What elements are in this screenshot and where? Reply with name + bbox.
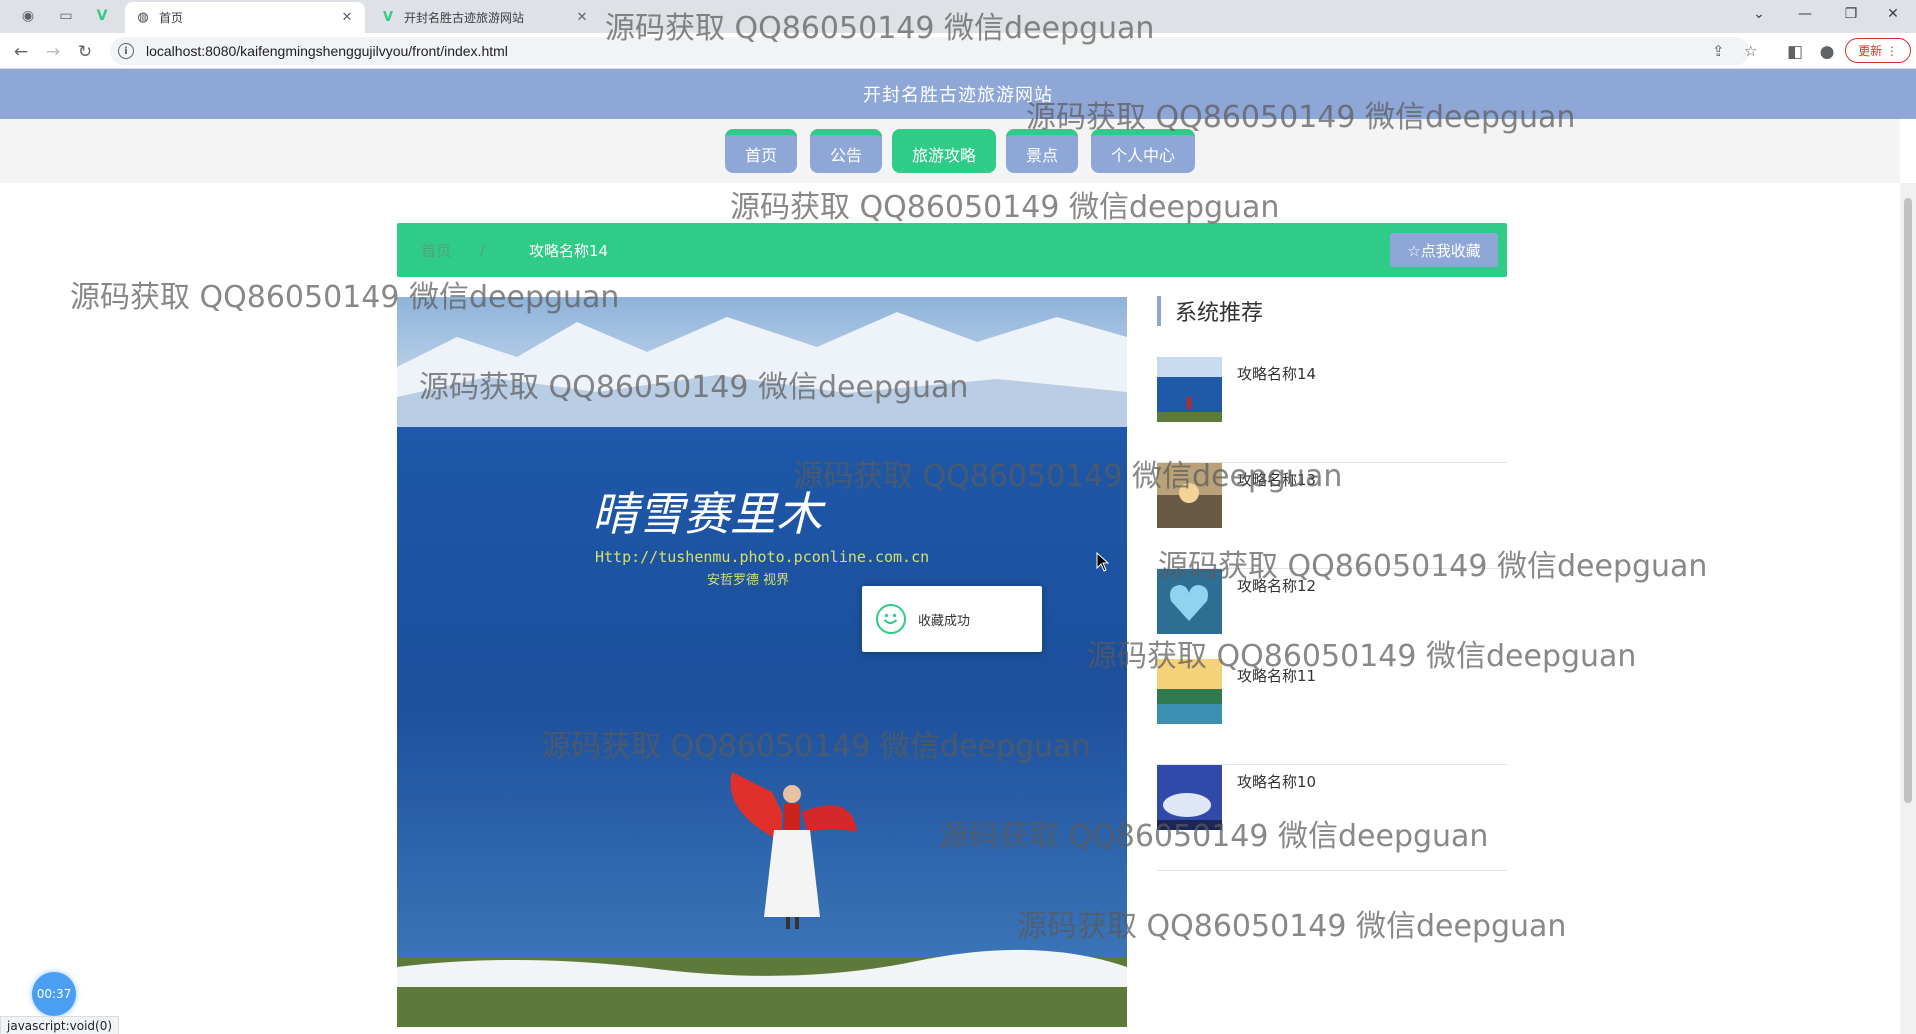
recommend-thumbnail[interactable] (1157, 765, 1222, 830)
tab-group-icon[interactable]: ▭ (52, 4, 80, 28)
side-panel-icon[interactable]: ◧ (1782, 39, 1808, 65)
recommend-thumbnail[interactable] (1157, 569, 1222, 634)
browser-tab-home[interactable]: ◍ 首页 ✕ (125, 2, 365, 33)
reload-icon[interactable]: ↻ (72, 39, 98, 65)
nav-travel-guide[interactable]: 旅游攻略 (892, 129, 996, 173)
guide-cover-image: 晴雪赛里木 Http://tushenmu.photo.pconline.com… (397, 297, 1127, 1027)
forward-icon[interactable]: → (40, 39, 66, 65)
mouse-cursor-icon (1096, 551, 1110, 576)
success-toast: 收藏成功 (862, 586, 1042, 652)
recommend-item[interactable]: 攻略名称13 (1157, 463, 1507, 569)
close-window-icon[interactable]: ✕ (1870, 0, 1916, 28)
breadcrumb-home[interactable]: 首页 (421, 223, 451, 277)
browser-tab-site[interactable]: V 开封名胜古迹旅游网站 ✕ (370, 2, 600, 33)
share-icon[interactable]: ⇪ (1712, 37, 1725, 65)
tab-search-icon[interactable]: ◉ (14, 4, 42, 28)
site-title: 开封名胜古迹旅游网站 (863, 85, 1053, 106)
recommend-item[interactable]: 攻略名称11 (1157, 659, 1507, 765)
vue-favicon-icon[interactable]: V (88, 4, 116, 28)
status-bar-url: javascript:void(0) (0, 1016, 120, 1034)
address-bar[interactable]: i localhost:8080/kaifengmingshenggujilvy… (110, 37, 1757, 65)
watermark-text: 源码获取 QQ86050149 微信deepguan (730, 190, 1280, 225)
update-button[interactable]: 更新 ⋮ (1845, 38, 1911, 63)
recommend-thumbnail[interactable] (1157, 357, 1222, 422)
breadcrumb-separator: / (480, 241, 486, 259)
breadcrumb-current: 攻略名称14 (529, 241, 609, 260)
site-nav: 首页 公告 旅游攻略 景点 个人中心 (0, 119, 1900, 183)
bookmark-star-icon[interactable]: ☆ (1744, 37, 1757, 65)
favorite-button[interactable]: ☆点我收藏 (1390, 233, 1498, 267)
nav-notice[interactable]: 公告 (810, 129, 882, 173)
nav-home[interactable]: 首页 (725, 129, 797, 173)
hero-logo-sub: 安哲罗德 视界 (707, 573, 789, 588)
nav-scenic-spots[interactable]: 景点 (1006, 129, 1078, 173)
recommend-title: 系统推荐 (1157, 296, 1263, 326)
nav-personal-center[interactable]: 个人中心 (1091, 129, 1195, 173)
recommend-thumbnail[interactable] (1157, 463, 1222, 528)
browser-tab-bar: ◉ ▭ V ◍ 首页 ✕ V 开封名胜古迹旅游网站 ✕ ⌄ — ❐ ✕ (0, 0, 1916, 33)
globe-icon: ◍ (137, 10, 149, 25)
browser-toolbar: ← → ↻ i localhost:8080/kaifengmingshengg… (0, 33, 1916, 69)
profile-icon[interactable]: ● (1814, 39, 1840, 65)
restore-icon[interactable]: ❐ (1828, 0, 1874, 28)
detail-title-bar: 首页 / 攻略名称14 ☆点我收藏 (397, 223, 1507, 277)
hero-logo-text: 晴雪赛里木 (592, 487, 826, 541)
scrollbar-thumb[interactable] (1904, 198, 1912, 803)
recommend-thumbnail[interactable] (1157, 659, 1222, 724)
close-icon[interactable]: ✕ (339, 10, 355, 25)
recommend-item[interactable]: 攻略名称14 (1157, 357, 1507, 463)
site-header: 开封名胜古迹旅游网站 (0, 69, 1916, 119)
hero-logo-url: Http://tushenmu.photo.pconline.com.cn (595, 548, 929, 566)
page-scrollbar[interactable] (1900, 183, 1916, 1034)
back-icon[interactable]: ← (8, 39, 34, 65)
close-icon[interactable]: ✕ (574, 10, 590, 25)
info-icon[interactable]: i (118, 43, 134, 59)
vue-icon: V (382, 10, 394, 25)
smile-icon (876, 604, 906, 634)
recommend-item[interactable]: 攻略名称10 (1157, 765, 1507, 871)
recording-timer[interactable]: 00:37 (32, 972, 76, 1016)
minimize-icon[interactable]: — (1782, 0, 1828, 28)
tab-list-icon[interactable]: ⌄ (1736, 0, 1782, 28)
